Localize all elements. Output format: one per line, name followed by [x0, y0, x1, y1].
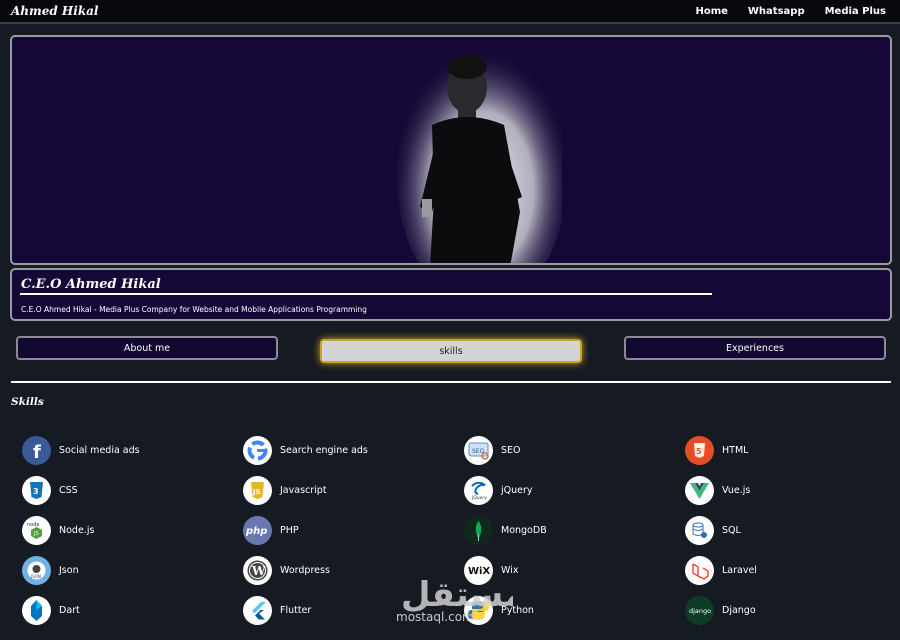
- svg-text:W: W: [251, 564, 266, 578]
- nodejs-icon: node JS: [22, 515, 51, 545]
- wordpress-icon: W: [243, 555, 272, 585]
- json-icon: JSON: [22, 555, 51, 585]
- skill-item: MongoDB: [464, 515, 685, 545]
- profile-subtitle: C.E.O Ahmed Hikal - Media Plus Company f…: [21, 305, 367, 314]
- skill-item: 3 CSS: [22, 475, 243, 505]
- svg-text:JS: JS: [33, 531, 39, 537]
- facebook-icon: f: [22, 435, 51, 465]
- skill-item: 5 HTML: [685, 435, 892, 465]
- skill-item: Search engine ads: [243, 435, 464, 465]
- svg-text:f: f: [33, 442, 41, 463]
- dart-icon: [22, 595, 51, 625]
- svg-text:jQuery: jQuery: [471, 495, 487, 501]
- section-divider: [11, 381, 891, 383]
- tab-experiences[interactable]: Experiences: [624, 336, 886, 360]
- tab-about-me[interactable]: About me: [16, 336, 278, 360]
- skill-item: django Django: [685, 595, 892, 625]
- profile-photo: [397, 47, 562, 263]
- laravel-icon: [685, 555, 714, 585]
- vuejs-icon: [685, 475, 714, 505]
- tab-skills[interactable]: skills: [320, 339, 582, 363]
- svg-text:JS: JS: [252, 488, 261, 496]
- skill-item: jQuery jQuery: [464, 475, 685, 505]
- javascript-icon: JS: [243, 475, 272, 505]
- hero-banner: [10, 35, 892, 265]
- watermark-text: mostaql.com: [396, 610, 474, 624]
- skill-item: SQL: [685, 515, 892, 545]
- profile-title-card: C.E.O Ahmed Hikal C.E.O Ahmed Hikal - Me…: [10, 268, 892, 321]
- skill-item: php PHP: [243, 515, 464, 545]
- skill-item: Vue.js: [685, 475, 892, 505]
- skill-item: JS Javascript: [243, 475, 464, 505]
- brand-logo[interactable]: Ahmed Hikal: [11, 4, 98, 18]
- google-icon: [243, 435, 272, 465]
- svg-text:مستقل: مستقل: [401, 575, 513, 615]
- svg-text:JSON: JSON: [30, 574, 41, 579]
- skills-heading: Skills: [11, 396, 44, 408]
- svg-text:php: php: [245, 526, 267, 537]
- skill-item: f Social media ads: [22, 435, 243, 465]
- mongodb-icon: [464, 515, 493, 545]
- skill-item: Laravel: [685, 555, 892, 585]
- skill-item: Dart: [22, 595, 243, 625]
- top-navbar: Ahmed Hikal Home Whatsapp Media Plus: [0, 0, 900, 24]
- svg-text:3: 3: [33, 487, 39, 496]
- css3-icon: 3: [22, 475, 51, 505]
- sql-icon: [685, 515, 714, 545]
- svg-text:node: node: [27, 522, 39, 528]
- nav-home[interactable]: Home: [695, 6, 727, 17]
- php-icon: php: [243, 515, 272, 545]
- flutter-icon: [243, 595, 272, 625]
- skill-item: SEO SEO: [464, 435, 685, 465]
- django-icon: django: [685, 595, 714, 625]
- seo-icon: SEO: [464, 435, 493, 465]
- nav-media-plus[interactable]: Media Plus: [825, 6, 886, 17]
- jquery-icon: jQuery: [464, 475, 493, 505]
- nav-links: Home Whatsapp Media Plus: [695, 6, 886, 17]
- svg-text:5: 5: [696, 447, 702, 456]
- profile-title: C.E.O Ahmed Hikal: [21, 277, 161, 292]
- html5-icon: 5: [685, 435, 714, 465]
- title-underline: [20, 293, 712, 295]
- svg-text:django: django: [689, 607, 711, 615]
- skill-item: JSON Json: [22, 555, 243, 585]
- skill-item: node JS Node.js: [22, 515, 243, 545]
- nav-whatsapp[interactable]: Whatsapp: [748, 6, 805, 17]
